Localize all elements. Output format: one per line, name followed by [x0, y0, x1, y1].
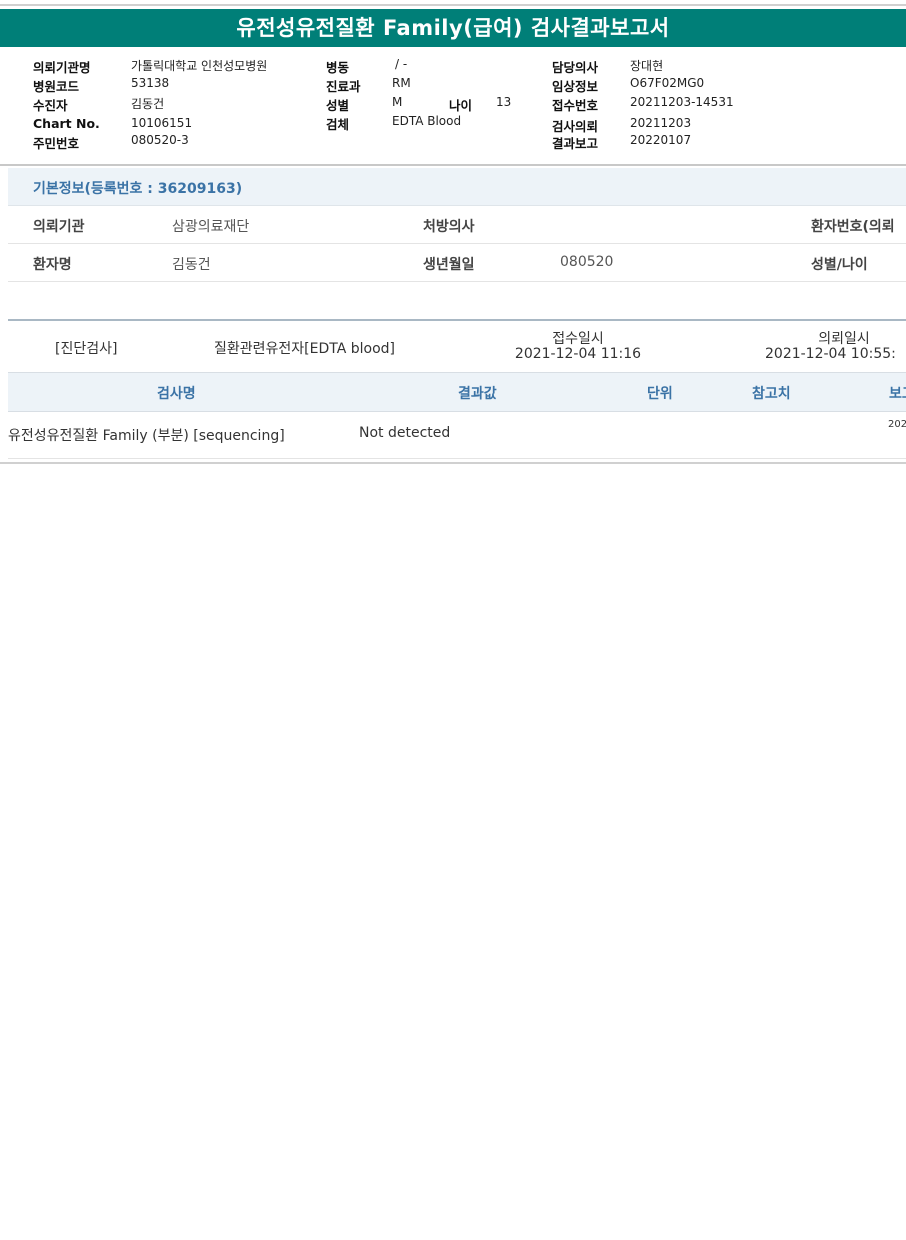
- order-test-group: 질환관련유전자[EDTA blood]: [214, 341, 395, 357]
- order-row: [진단검사] 질환관련유전자[EDTA blood] 접수일시 2021-12-…: [8, 321, 906, 371]
- value-test-request-date: 20211203: [630, 116, 692, 130]
- label-institution: 의뢰기관: [33, 219, 85, 235]
- label-result-report-date: 결과보고: [552, 136, 599, 151]
- value-birth-date: 080520: [560, 254, 614, 270]
- value-age: 13: [496, 95, 512, 109]
- order-category: [진단검사]: [55, 341, 118, 357]
- basic-info-header: 기본정보(등록번호 : 36209163): [8, 168, 906, 206]
- label-patient-number: 환자번호(의뢰: [811, 219, 895, 235]
- label-birth-date: 생년월일: [423, 257, 475, 273]
- label-ward: 병동: [326, 60, 350, 75]
- label-age: 나이: [449, 98, 473, 113]
- label-chart-no: Chart No.: [33, 116, 100, 131]
- value-ward: / -: [395, 57, 408, 71]
- col-report: 보고: [889, 386, 906, 402]
- label-resident-number: 주민번호: [33, 136, 80, 151]
- value-sex: M: [392, 95, 403, 109]
- header-info: 의뢰기관명 가톨릭대학교 인천성모병원 병원코드 53138 수진자 김동건 C…: [0, 52, 906, 164]
- value-patient: 김동건: [131, 97, 165, 111]
- label-patient-name: 환자명: [33, 257, 72, 273]
- label-attending-doctor: 담당의사: [552, 60, 599, 75]
- basic-info-row: 환자명 김동건 생년월일 080520 성별/나이: [8, 244, 906, 282]
- label-requested-datetime: 의뢰일시: [818, 331, 870, 347]
- value-attending-doctor: 장대현: [630, 59, 664, 73]
- value-requested-datetime: 2021-12-04 10:55:: [765, 346, 896, 362]
- top-divider: [0, 4, 906, 6]
- value-clinical-info: O67F02MG0: [630, 76, 705, 90]
- value-result-report-date: 20220107: [630, 133, 692, 147]
- value-hospital-code: 53138: [131, 76, 170, 90]
- value-accession-number: 20211203-14531: [630, 95, 734, 109]
- col-unit: 단위: [647, 386, 673, 402]
- value-department: RM: [392, 76, 411, 90]
- label-patient: 수진자: [33, 98, 68, 113]
- value-chart-no: 10106151: [131, 116, 193, 130]
- label-requesting-institution: 의뢰기관명: [33, 60, 91, 75]
- bottom-divider: [0, 462, 906, 464]
- label-received-datetime: 접수일시: [552, 331, 604, 347]
- basic-info-title: 기본정보(등록번호 : 36209163): [33, 181, 243, 197]
- report-title: 유전성유전질환 Family(급여) 검사결과보고서: [0, 9, 906, 47]
- value-institution: 삼광의료재단: [172, 219, 250, 235]
- value-resident-number: 080520-3: [131, 133, 189, 147]
- value-patient-name: 김동건: [172, 257, 211, 273]
- label-clinical-info: 임상정보: [552, 79, 599, 94]
- basic-info-row: 의뢰기관 삼광의료재단 처방의사 환자번호(의뢰: [8, 206, 906, 244]
- label-prescribing-doctor: 처방의사: [423, 219, 475, 235]
- value-received-datetime: 2021-12-04 11:16: [514, 346, 642, 362]
- value-requesting-institution: 가톨릭대학교 인천성모병원: [131, 59, 268, 73]
- value-specimen: EDTA Blood: [392, 114, 462, 128]
- col-reference: 참고치: [752, 386, 791, 402]
- table-row: 유전성유전질환 Family (부분) [sequencing] Not det…: [8, 411, 906, 459]
- label-sex-age: 성별/나이: [811, 257, 868, 273]
- label-department: 진료과: [326, 79, 361, 94]
- result-test-name: 유전성유전질환 Family (부분) [sequencing]: [8, 428, 285, 444]
- label-specimen: 검체: [326, 117, 350, 132]
- label-hospital-code: 병원코드: [33, 79, 80, 94]
- col-test-name: 검사명: [157, 386, 196, 402]
- label-sex: 성별: [326, 98, 350, 113]
- label-accession-number: 접수번호: [552, 98, 599, 113]
- col-result-value: 결과값: [458, 386, 497, 402]
- result-table-header: 검사명 결과값 단위 참고치 보고: [8, 372, 906, 412]
- result-value: Not detected: [359, 425, 451, 441]
- result-report-date: 202: [888, 419, 906, 430]
- header-divider: [0, 164, 906, 166]
